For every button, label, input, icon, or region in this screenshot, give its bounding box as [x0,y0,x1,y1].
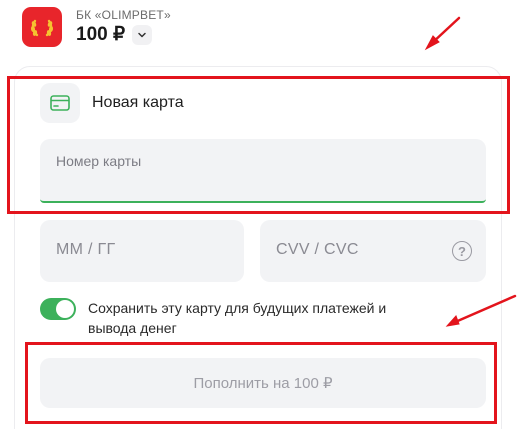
annotation-arrows [424,16,517,327]
arrow-icon-top [424,16,461,51]
arrow-icon-bottom [445,294,517,327]
